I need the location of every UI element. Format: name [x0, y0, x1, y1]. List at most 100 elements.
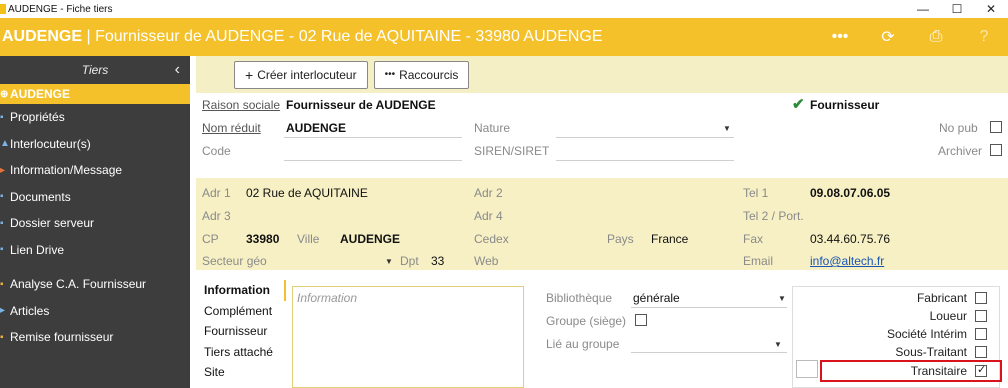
role-label: Fabricant [916, 291, 967, 305]
address-section: Adr 1 02 Rue de AQUITAINE Adr 2 Tel 1 09… [196, 178, 1008, 270]
nature-underline [556, 137, 734, 138]
tab-information[interactable]: Information [196, 280, 286, 301]
identity-section: Raison sociale Fournisseur de AUDENGE ✔ … [196, 93, 1008, 165]
analysis-icon: ▪ [0, 278, 4, 290]
cedex-label: Cedex [474, 232, 509, 246]
lie-groupe-dropdown-icon[interactable]: ▼ [774, 340, 782, 349]
check-icon: ✔ [792, 96, 805, 113]
sidebar-title: Tiers [81, 63, 109, 77]
window-titlebar: AUDENGE - Fiche tiers — ☐ ✕ [0, 0, 1008, 18]
cp-label: CP [202, 232, 219, 246]
email-label: Email [743, 254, 774, 268]
collapse-sidebar-icon[interactable]: ‹ [175, 61, 180, 79]
tab-site[interactable]: Site [196, 362, 286, 383]
title-name: AUDENGE [2, 28, 83, 45]
bibliotheque-label: Bibliothèque [546, 291, 613, 305]
shortcuts-button[interactable]: ••• Raccourcis [373, 60, 470, 89]
information-placeholder: Information [297, 291, 358, 305]
tel1-value[interactable]: 09.08.07.06.05 [810, 186, 890, 200]
nom-reduit-value[interactable]: AUDENGE [286, 121, 346, 135]
articles-icon: ▸ [0, 305, 6, 317]
bibliotheque-dropdown-icon[interactable]: ▼ [778, 294, 786, 303]
email-link[interactable]: info@altech.fr [810, 254, 884, 268]
siren-underline [556, 160, 734, 161]
print-icon[interactable]: ⎙ [912, 28, 960, 46]
create-contact-button[interactable]: + Créer interlocuteur [234, 60, 368, 89]
role-checkbox[interactable] [975, 292, 987, 304]
detail-tabs: Information Complément Fournisseur Tiers… [196, 280, 286, 388]
no-pub-checkbox[interactable] [990, 121, 1002, 133]
archiver-checkbox[interactable] [990, 144, 1002, 156]
secteur-label: Secteur géo [202, 254, 267, 268]
groupe-checkbox[interactable] [635, 314, 647, 326]
maximize-button[interactable]: ☐ [940, 0, 974, 18]
close-button[interactable]: ✕ [974, 0, 1008, 18]
shortcuts-label: Raccourcis [399, 67, 459, 82]
sidebar-item-proprietes[interactable]: ▪ Propriétés [0, 104, 190, 131]
plus-icon: + [245, 66, 254, 83]
fax-value[interactable]: 03.44.60.75.76 [810, 232, 890, 246]
nature-dropdown-icon[interactable]: ▼ [723, 124, 731, 133]
tab-fournisseur[interactable]: Fournisseur [196, 321, 286, 342]
sidebar-item-label: Articles [10, 303, 50, 318]
documents-icon: ▪ [0, 191, 4, 203]
role-checkbox[interactable] [975, 328, 987, 340]
sidebar-item-interlocuteurs[interactable]: ▲ Interlocuteur(s) [0, 131, 190, 158]
role-fabricant[interactable]: Fabricant [917, 289, 987, 307]
raison-sociale-label: Raison sociale [202, 98, 281, 112]
sidebar-item-audenge[interactable]: ⊕ AUDENGE [0, 84, 190, 104]
nature-label: Nature [474, 121, 511, 135]
no-pub-label: No pub [939, 121, 978, 135]
bibliotheque-select[interactable]: générale [633, 291, 680, 305]
sidebar-item-dossier-serveur[interactable]: ▪ Dossier serveur [0, 210, 190, 237]
sidebar-item-articles[interactable]: ▸ Articles [0, 298, 190, 325]
toolbar: + Créer interlocuteur ••• Raccourcis [196, 56, 1008, 93]
web-label: Web [474, 254, 499, 268]
supplier-flag: Fournisseur [810, 98, 880, 112]
sidebar-item-label: Dossier serveur [10, 216, 95, 231]
sidebar-item-label: Information/Message [10, 163, 123, 178]
refresh-icon[interactable]: ⟳ [864, 27, 912, 47]
cp-value[interactable]: 33980 [246, 232, 279, 246]
sidebar-item-remise[interactable]: ▪ Remise fournisseur [0, 324, 190, 351]
details-section: Information Complément Fournisseur Tiers… [196, 280, 1008, 388]
sidebar-item-lien-drive[interactable]: ▪ Lien Drive [0, 237, 190, 264]
dpt-value[interactable]: 33 [431, 254, 444, 268]
message-icon: ▸ [0, 164, 6, 176]
sidebar-item-label: Documents [10, 189, 71, 204]
sidebar-item-label: Propriétés [10, 110, 65, 125]
minimize-button[interactable]: — [906, 0, 940, 18]
role-checkbox[interactable] [975, 346, 987, 358]
sidebar-item-documents[interactable]: ▪ Documents [0, 184, 190, 211]
help-icon[interactable]: ? [960, 28, 1008, 46]
sidebar-item-information[interactable]: ▸ Information/Message [0, 157, 190, 184]
transitaire-input[interactable] [796, 360, 818, 378]
page-title: AUDENGE | Fournisseur de AUDENGE - 02 Ru… [2, 28, 603, 46]
raison-sociale-value[interactable]: Fournisseur de AUDENGE [286, 98, 436, 112]
fax-label: Fax [743, 232, 764, 246]
adr2-label: Adr 2 [474, 186, 503, 200]
create-contact-label: Créer interlocuteur [257, 67, 357, 82]
information-textarea[interactable]: Information [292, 286, 524, 388]
app-icon [0, 4, 6, 14]
adr1-value[interactable]: 02 Rue de AQUITAINE [246, 186, 368, 200]
role-societe-interim[interactable]: Société Intérim [887, 325, 987, 343]
role-sous-traitant[interactable]: Sous-Traitant [895, 343, 987, 361]
ville-value[interactable]: AUDENGE [340, 232, 400, 246]
pays-value[interactable]: France [651, 232, 688, 246]
tab-tiers-attache[interactable]: Tiers attaché [196, 342, 286, 363]
more-icon[interactable]: ••• [816, 28, 864, 46]
properties-icon: ▪ [0, 111, 4, 123]
secteur-dropdown-icon[interactable]: ▼ [385, 257, 393, 266]
tel2-label: Tel 2 / Port. [743, 209, 804, 223]
sidebar-item-label: Remise fournisseur [10, 330, 114, 345]
role-checkbox[interactable] [975, 310, 987, 322]
sidebar-item-analyse-ca[interactable]: ▪ Analyse C.A. Fournisseur [0, 271, 190, 298]
sidebar-item-label: Interlocuteur(s) [10, 136, 91, 151]
header-actions: ••• ⟳ ⎙ ? [816, 18, 1008, 56]
tab-complement[interactable]: Complément [196, 301, 286, 322]
sidebar-item-label: Analyse C.A. Fournisseur [10, 277, 147, 292]
role-loueur[interactable]: Loueur [930, 307, 987, 325]
bibliotheque-underline [631, 307, 787, 308]
groupe-label: Groupe (siège) [546, 314, 627, 328]
